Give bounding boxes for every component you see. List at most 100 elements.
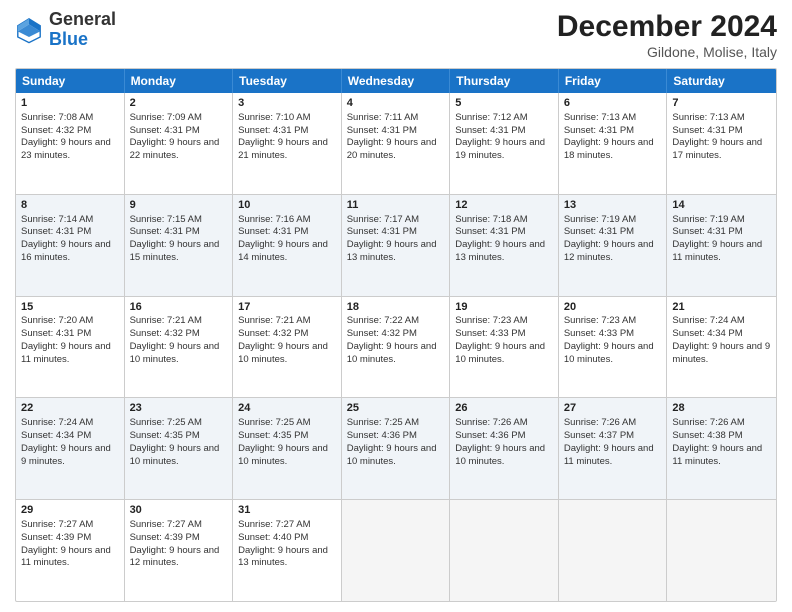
- calendar-cell: 4Sunrise: 7:11 AMSunset: 4:31 PMDaylight…: [342, 93, 451, 194]
- daylight: Daylight: 9 hours and 11 minutes.: [672, 443, 762, 467]
- sunset: Sunset: 4:35 PM: [130, 430, 200, 441]
- day-number: 10: [238, 198, 336, 213]
- calendar-cell: 27Sunrise: 7:26 AMSunset: 4:37 PMDayligh…: [559, 398, 668, 499]
- calendar-cell: 6Sunrise: 7:13 AMSunset: 4:31 PMDaylight…: [559, 93, 668, 194]
- day-number: 6: [564, 96, 662, 111]
- sunset: Sunset: 4:31 PM: [564, 226, 634, 237]
- logo-icon: [15, 16, 43, 44]
- sunrise: Sunrise: 7:23 AM: [564, 315, 636, 326]
- calendar-cell: 21Sunrise: 7:24 AMSunset: 4:34 PMDayligh…: [667, 297, 776, 398]
- sunset: Sunset: 4:35 PM: [238, 430, 308, 441]
- header-wednesday: Wednesday: [342, 69, 451, 93]
- calendar-cell: 19Sunrise: 7:23 AMSunset: 4:33 PMDayligh…: [450, 297, 559, 398]
- calendar-cell: 11Sunrise: 7:17 AMSunset: 4:31 PMDayligh…: [342, 195, 451, 296]
- sunset: Sunset: 4:31 PM: [672, 226, 742, 237]
- day-number: 22: [21, 401, 119, 416]
- sunset: Sunset: 4:32 PM: [130, 328, 200, 339]
- daylight: Daylight: 9 hours and 16 minutes.: [21, 239, 111, 263]
- header-saturday: Saturday: [667, 69, 776, 93]
- sunset: Sunset: 4:31 PM: [130, 226, 200, 237]
- day-number: 31: [238, 503, 336, 518]
- sunset: Sunset: 4:34 PM: [21, 430, 91, 441]
- calendar-cell: 17Sunrise: 7:21 AMSunset: 4:32 PMDayligh…: [233, 297, 342, 398]
- sunrise: Sunrise: 7:25 AM: [238, 417, 310, 428]
- daylight: Daylight: 9 hours and 11 minutes.: [21, 341, 111, 365]
- calendar-cell: 5Sunrise: 7:12 AMSunset: 4:31 PMDaylight…: [450, 93, 559, 194]
- day-number: 26: [455, 401, 553, 416]
- sunset: Sunset: 4:36 PM: [347, 430, 417, 441]
- calendar-cell: 7Sunrise: 7:13 AMSunset: 4:31 PMDaylight…: [667, 93, 776, 194]
- daylight: Daylight: 9 hours and 10 minutes.: [238, 443, 328, 467]
- day-number: 25: [347, 401, 445, 416]
- sunrise: Sunrise: 7:26 AM: [672, 417, 744, 428]
- daylight: Daylight: 9 hours and 21 minutes.: [238, 137, 328, 161]
- daylight: Daylight: 9 hours and 19 minutes.: [455, 137, 545, 161]
- sunset: Sunset: 4:31 PM: [238, 125, 308, 136]
- day-number: 20: [564, 300, 662, 315]
- day-number: 5: [455, 96, 553, 111]
- logo: General Blue: [15, 10, 116, 50]
- day-number: 23: [130, 401, 228, 416]
- sunrise: Sunrise: 7:18 AM: [455, 214, 527, 225]
- sunset: Sunset: 4:31 PM: [672, 125, 742, 136]
- header-tuesday: Tuesday: [233, 69, 342, 93]
- logo-line2: Blue: [49, 30, 116, 50]
- calendar-cell: 12Sunrise: 7:18 AMSunset: 4:31 PMDayligh…: [450, 195, 559, 296]
- sunset: Sunset: 4:36 PM: [455, 430, 525, 441]
- daylight: Daylight: 9 hours and 18 minutes.: [564, 137, 654, 161]
- daylight: Daylight: 9 hours and 22 minutes.: [130, 137, 220, 161]
- sunrise: Sunrise: 7:25 AM: [130, 417, 202, 428]
- calendar-cell: 9Sunrise: 7:15 AMSunset: 4:31 PMDaylight…: [125, 195, 234, 296]
- sunset: Sunset: 4:38 PM: [672, 430, 742, 441]
- calendar-week-1: 1Sunrise: 7:08 AMSunset: 4:32 PMDaylight…: [16, 93, 776, 195]
- calendar-cell: 24Sunrise: 7:25 AMSunset: 4:35 PMDayligh…: [233, 398, 342, 499]
- calendar-header: Sunday Monday Tuesday Wednesday Thursday…: [16, 69, 776, 93]
- sunrise: Sunrise: 7:17 AM: [347, 214, 419, 225]
- calendar-cell: [450, 500, 559, 601]
- day-number: 17: [238, 300, 336, 315]
- day-number: 2: [130, 96, 228, 111]
- calendar-cell: [667, 500, 776, 601]
- day-number: 18: [347, 300, 445, 315]
- day-number: 21: [672, 300, 771, 315]
- sunset: Sunset: 4:37 PM: [564, 430, 634, 441]
- page: General Blue December 2024 Gildone, Moli…: [0, 0, 792, 612]
- daylight: Daylight: 9 hours and 10 minutes.: [455, 341, 545, 365]
- daylight: Daylight: 9 hours and 11 minutes.: [672, 239, 762, 263]
- daylight: Daylight: 9 hours and 11 minutes.: [21, 545, 111, 569]
- daylight: Daylight: 9 hours and 9 minutes.: [21, 443, 111, 467]
- daylight: Daylight: 9 hours and 13 minutes.: [347, 239, 437, 263]
- sunrise: Sunrise: 7:11 AM: [347, 112, 419, 123]
- sunrise: Sunrise: 7:27 AM: [21, 519, 93, 530]
- sunset: Sunset: 4:31 PM: [238, 226, 308, 237]
- sunrise: Sunrise: 7:26 AM: [455, 417, 527, 428]
- day-number: 3: [238, 96, 336, 111]
- daylight: Daylight: 9 hours and 10 minutes.: [130, 443, 220, 467]
- sunset: Sunset: 4:33 PM: [564, 328, 634, 339]
- daylight: Daylight: 9 hours and 12 minutes.: [564, 239, 654, 263]
- calendar-body: 1Sunrise: 7:08 AMSunset: 4:32 PMDaylight…: [16, 93, 776, 601]
- calendar-cell: 8Sunrise: 7:14 AMSunset: 4:31 PMDaylight…: [16, 195, 125, 296]
- sunrise: Sunrise: 7:27 AM: [238, 519, 310, 530]
- calendar-cell: 15Sunrise: 7:20 AMSunset: 4:31 PMDayligh…: [16, 297, 125, 398]
- sunset: Sunset: 4:32 PM: [21, 125, 91, 136]
- calendar-cell: 2Sunrise: 7:09 AMSunset: 4:31 PMDaylight…: [125, 93, 234, 194]
- sunrise: Sunrise: 7:21 AM: [238, 315, 310, 326]
- day-number: 9: [130, 198, 228, 213]
- sunset: Sunset: 4:31 PM: [21, 226, 91, 237]
- day-number: 28: [672, 401, 771, 416]
- day-number: 19: [455, 300, 553, 315]
- sunrise: Sunrise: 7:24 AM: [21, 417, 93, 428]
- daylight: Daylight: 9 hours and 13 minutes.: [455, 239, 545, 263]
- calendar-cell: 10Sunrise: 7:16 AMSunset: 4:31 PMDayligh…: [233, 195, 342, 296]
- sunrise: Sunrise: 7:23 AM: [455, 315, 527, 326]
- daylight: Daylight: 9 hours and 9 minutes.: [672, 341, 770, 365]
- sunset: Sunset: 4:31 PM: [455, 125, 525, 136]
- day-number: 11: [347, 198, 445, 213]
- sunrise: Sunrise: 7:19 AM: [672, 214, 744, 225]
- sunrise: Sunrise: 7:14 AM: [21, 214, 93, 225]
- calendar-cell: 14Sunrise: 7:19 AMSunset: 4:31 PMDayligh…: [667, 195, 776, 296]
- daylight: Daylight: 9 hours and 10 minutes.: [347, 341, 437, 365]
- calendar-cell: [342, 500, 451, 601]
- title-block: December 2024 Gildone, Molise, Italy: [557, 10, 777, 60]
